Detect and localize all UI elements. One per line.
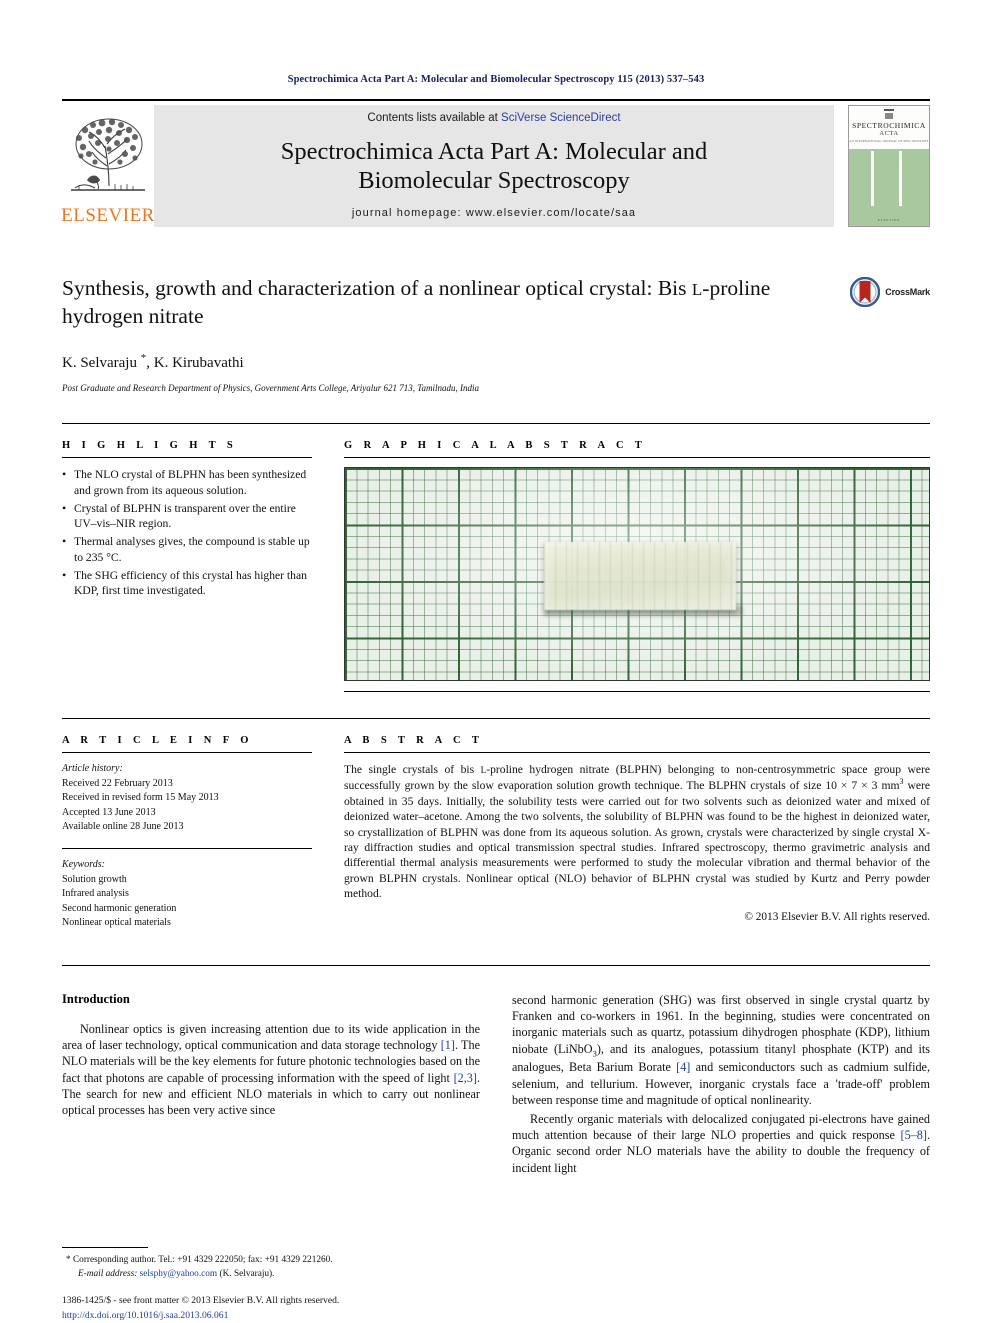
footnote-rule	[62, 1247, 148, 1249]
elsevier-wordmark: ELSEVIER	[61, 205, 155, 226]
history-item: Received 22 February 2013	[62, 777, 173, 789]
highlights-heading: H I G H L I G H T S	[62, 440, 238, 452]
keyword-item: Solution growth	[62, 873, 127, 885]
highlights-rule	[62, 457, 312, 459]
introduction-heading: Introduction	[62, 991, 130, 1006]
title-smallcaps-l: L	[691, 280, 703, 299]
journal-cover-thumbnail: SPECTROCHIMICA ACTA AN INTERNATIONAL JOU…	[848, 105, 930, 227]
journal-masthead: ELSEVIER Contents lists available at Sci…	[61, 99, 930, 227]
crossmark-icon	[850, 277, 881, 307]
article-info-section: A R T I C L E I N F O Article history: R…	[62, 735, 312, 931]
footnote-area: * Corresponding author. Tel.: +91 4329 2…	[62, 1247, 494, 1281]
highlights-list: The NLO crystal of BLPHN has been synthe…	[62, 466, 312, 600]
list-item: The SHG efficiency of this crystal has h…	[62, 567, 312, 600]
email-note: E-mail address: selsphy@yahoo.com (K. Se…	[62, 1268, 494, 1281]
list-item: Crystal of BLPHN is transparent over the…	[62, 500, 312, 533]
info-abstract-row: A R T I C L E I N F O Article history: R…	[62, 718, 930, 931]
cover-title-line-2: ACTA	[879, 129, 899, 137]
asterisk-icon: *	[66, 1255, 71, 1266]
cover-subtitle: AN INTERNATIONAL JOURNAL OF SPECTROSCOPY	[849, 138, 929, 143]
journal-title-line-2: Biomolecular Spectroscopy	[358, 166, 630, 194]
sciencedirect-link[interactable]: SciVerse ScienceDirect	[501, 112, 621, 124]
author-1: K. Selvaraju	[62, 355, 141, 372]
journal-title-line-1: Spectrochimica Acta Part A: Molecular an…	[280, 137, 708, 165]
intro-paragraph-right-2: Recently organic materials with delocali…	[512, 1111, 930, 1176]
article-info-rule	[62, 752, 312, 754]
blphn-crystal	[543, 542, 737, 611]
history-item: Available online 28 June 2013	[62, 821, 184, 833]
citation-1[interactable]: [1]	[441, 1038, 455, 1052]
abstract-section: A B S T R A C T The single crystals of b…	[344, 735, 930, 931]
keywords-divider	[62, 848, 312, 849]
citation-5-8[interactable]: [5–8]	[901, 1128, 927, 1142]
issn-line: 1386-1425/$ - see front matter © 2013 El…	[62, 1295, 340, 1307]
keywords: Keywords: Solution growth Infrared analy…	[62, 858, 312, 931]
graphical-abstract-section: G R A P H I C A L A B S T R A C T	[344, 440, 930, 693]
article-history: Article history: Received 22 February 20…	[62, 762, 312, 835]
journal-homepage-link[interactable]: journal homepage: www.elsevier.com/locat…	[160, 207, 828, 221]
body-columns: Introduction Nonlinear optics is given i…	[62, 964, 930, 1179]
page-title: Synthesis, growth and characterization o…	[62, 275, 930, 330]
graphical-abstract-heading: G R A P H I C A L A B S T R A C T	[344, 440, 647, 452]
article-history-label: Article history:	[62, 763, 123, 775]
cover-body	[849, 149, 929, 226]
body-column-left: Introduction Nonlinear optics is given i…	[62, 992, 480, 1179]
crossmark-badge[interactable]: CrossMark	[850, 277, 930, 307]
elsevier-tree-icon	[71, 118, 145, 191]
cover-top: SPECTROCHIMICA ACTA AN INTERNATIONAL JOU…	[849, 106, 929, 150]
body-column-right: second harmonic generation (SHG) was fir…	[512, 992, 930, 1179]
doi-link[interactable]: http://dx.doi.org/10.1016/j.saa.2013.06.…	[62, 1309, 522, 1323]
article-info-heading: A R T I C L E I N F O	[62, 735, 253, 747]
intro-left-a: Nonlinear optics is given increasing att…	[62, 1021, 480, 1053]
graphical-abstract-image	[344, 467, 930, 682]
citation-4[interactable]: [4]	[676, 1060, 690, 1074]
history-item: Received in revised form 15 May 2013	[62, 792, 219, 804]
email-label: E-mail address:	[78, 1268, 138, 1279]
cover-title-line-1: SPECTROCHIMICA	[852, 121, 926, 130]
highlights-graphical-row: H I G H L I G H T S The NLO crystal of B…	[62, 423, 930, 693]
article-page: Spectrochimica Acta Part A: Molecular an…	[0, 0, 992, 1323]
citation-2-3[interactable]: [2,3]	[454, 1071, 477, 1085]
journal-title: Spectrochimica Acta Part A: Molecular an…	[160, 136, 828, 196]
author-2: , K. Kirubavathi	[146, 355, 244, 372]
affiliation: Post Graduate and Research Department of…	[62, 383, 479, 394]
issn-doi-block: 1386-1425/$ - see front matter © 2013 El…	[62, 1294, 522, 1323]
elsevier-logo: ELSEVIER	[61, 105, 155, 227]
corresponding-author-text: Corresponding author. Tel.: +91 4329 222…	[72, 1255, 333, 1266]
email-link[interactable]: selsphy@yahoo.com	[140, 1269, 218, 1279]
graphical-abstract-rule	[344, 457, 930, 459]
intro-paragraph-left: Nonlinear optics is given increasing att…	[62, 1021, 480, 1118]
corresponding-author-note: * Corresponding author. Tel.: +91 4329 2…	[62, 1254, 494, 1267]
keyword-item: Infrared analysis	[62, 888, 129, 900]
running-head: Spectrochimica Acta Part A: Molecular an…	[287, 74, 705, 85]
keyword-item: Nonlinear optical materials	[62, 917, 171, 929]
abstract-part-3: were obtained in 35 days. Initially, the…	[344, 779, 930, 901]
abstract-text: The single crystals of bis L-proline hyd…	[344, 762, 930, 902]
title-block: Synthesis, growth and characterization o…	[62, 275, 930, 393]
copyright-line: © 2013 Elsevier B.V. All rights reserved…	[744, 910, 930, 923]
history-item: Accepted 13 June 2013	[62, 806, 156, 818]
crossmark-label: CrossMark	[885, 287, 930, 297]
intro-paragraph-right-1: second harmonic generation (SHG) was fir…	[512, 992, 930, 1108]
email-suffix: (K. Selvaraju).	[217, 1268, 275, 1279]
abstract-rule	[344, 752, 930, 754]
list-item: Thermal analyses gives, the compound is …	[62, 533, 312, 566]
list-item: The NLO crystal of BLPHN has been synthe…	[62, 466, 312, 499]
author-list: K. Selvaraju *, K. Kirubavathi	[62, 352, 930, 372]
abstract-part-1: The single crystals of bis	[344, 763, 481, 777]
abstract-heading: A B S T R A C T	[344, 735, 484, 747]
graphical-abstract-bottom-rule	[344, 691, 930, 693]
masthead-center: Contents lists available at SciVerse Sci…	[154, 105, 834, 227]
keyword-item: Second harmonic generation	[62, 902, 177, 914]
intro-right-2a: Recently organic materials with delocali…	[512, 1112, 930, 1143]
contents-prefix: Contents lists available at	[367, 112, 502, 124]
title-line-1: Synthesis, growth and characterization o…	[62, 276, 687, 300]
cover-emblem-icon	[884, 109, 894, 120]
highlights-section: H I G H L I G H T S The NLO crystal of B…	[62, 440, 312, 692]
cover-footer: ELSEVIER	[877, 218, 901, 222]
keywords-label: Keywords:	[62, 859, 105, 870]
contents-available-line: Contents lists available at SciVerse Sci…	[160, 112, 828, 124]
